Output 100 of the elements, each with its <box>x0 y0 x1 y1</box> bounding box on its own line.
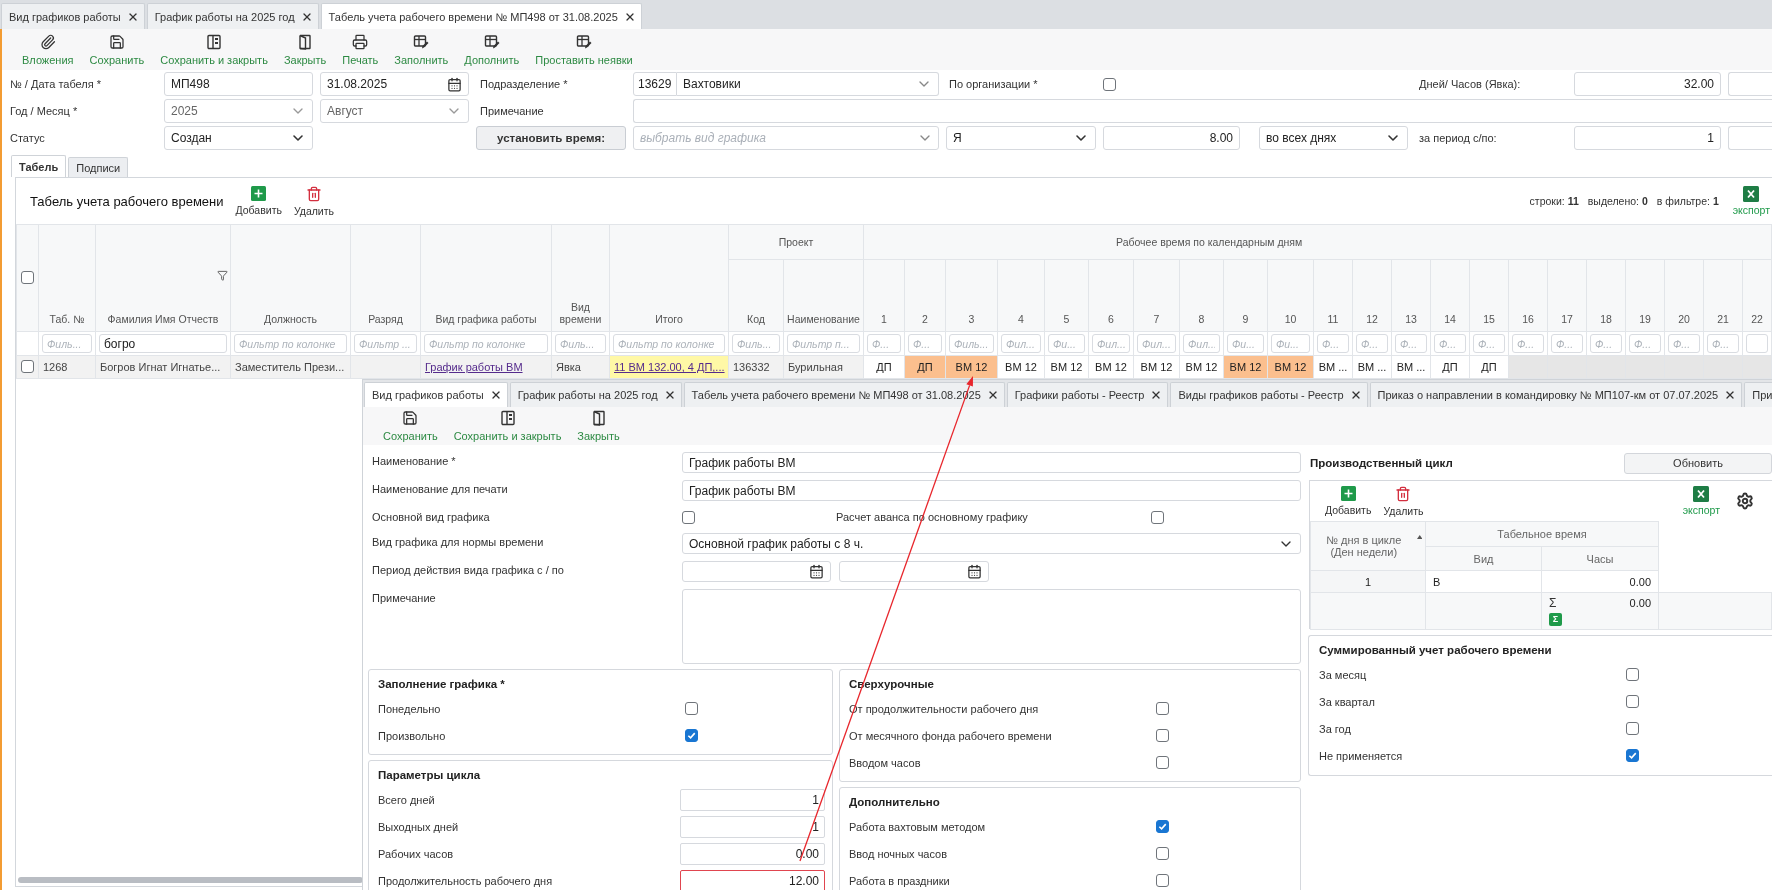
number-field[interactable]: 1 <box>680 788 825 811</box>
filter-field[interactable]: Фил... <box>1137 334 1176 353</box>
checkbox[interactable] <box>685 702 698 715</box>
filter-field[interactable]: Ф... <box>1668 334 1700 353</box>
checkbox[interactable] <box>1151 510 1164 524</box>
checkbox[interactable] <box>1156 847 1169 860</box>
number-field[interactable]: 1 <box>1574 126 1721 150</box>
print-button[interactable]: Печать <box>342 33 379 66</box>
checkbox[interactable] <box>1626 695 1639 708</box>
filter-field[interactable]: Ф... <box>908 334 942 353</box>
filter-field[interactable]: Фил... <box>1001 334 1041 353</box>
fill-button[interactable]: Дополнить <box>464 33 520 66</box>
settings-icon[interactable] <box>1736 492 1754 510</box>
checkbox[interactable] <box>21 270 34 284</box>
filter-field[interactable]: Филь... <box>555 334 606 353</box>
checkbox[interactable] <box>1626 668 1639 681</box>
input-field[interactable] <box>1728 126 1772 150</box>
filter-field[interactable]: Фильтр по колонке <box>424 334 548 353</box>
tab[interactable]: При <box>1744 382 1772 407</box>
number-field[interactable]: 32.00 <box>1574 72 1721 96</box>
fill-button[interactable]: Проставить неявки <box>535 33 633 66</box>
filter-field[interactable]: Ф... <box>1317 334 1349 353</box>
filter-field[interactable]: Фил... <box>1183 334 1220 353</box>
refresh-button[interactable]: Обновить <box>1624 452 1772 474</box>
filter-field[interactable]: Ф... <box>1434 334 1466 353</box>
filter-field[interactable]: Фи... <box>1048 334 1085 353</box>
dropdown[interactable]: Вахтовики <box>677 72 939 96</box>
tab[interactable]: График работы на 2025 год <box>509 382 682 407</box>
add-button[interactable]: Добавить <box>1325 486 1372 516</box>
checkbox[interactable] <box>1156 874 1169 887</box>
attach-button[interactable]: Вложения <box>22 33 74 66</box>
scrollbar[interactable] <box>18 877 363 883</box>
checkbox[interactable] <box>21 359 34 373</box>
schedule-link[interactable]: График работы ВМ <box>425 361 523 373</box>
text-field[interactable]: График работы ВМ <box>682 480 1301 501</box>
dropdown[interactable]: Я <box>946 126 1096 150</box>
add-button[interactable]: Добавить <box>235 186 282 216</box>
number-field[interactable]: 12.00 <box>680 869 825 890</box>
tab[interactable]: График работы на 2025 год <box>146 3 319 29</box>
filter-field[interactable]: Филь... <box>42 334 92 353</box>
filter-field[interactable]: Ф... <box>1512 334 1544 353</box>
sum-button[interactable]: Σ <box>1549 613 1562 626</box>
checkbox[interactable] <box>1626 722 1639 735</box>
filter-field[interactable]: Ф... <box>867 334 901 353</box>
tab[interactable]: Табель <box>11 155 67 177</box>
filter-field[interactable]: богро <box>99 334 227 353</box>
export-button[interactable]: экспорт <box>1682 486 1720 516</box>
save-and-close-button[interactable]: Сохранить и закрыть <box>453 410 562 442</box>
delete-button[interactable]: Удалить <box>293 185 334 217</box>
dropdown[interactable]: во всех днях <box>1259 126 1408 150</box>
filter-field[interactable]: Филь... <box>949 334 994 353</box>
note-field[interactable] <box>633 99 1772 123</box>
text-field[interactable]: График работы ВМ <box>682 452 1301 473</box>
input-field[interactable] <box>1728 72 1772 96</box>
save-button[interactable]: Сохранить <box>383 410 438 442</box>
save-and-close-button[interactable]: Сохранить и закрыть <box>160 33 268 66</box>
filter-field[interactable]: Ф... <box>1356 334 1388 353</box>
tab[interactable]: Подписи <box>68 157 129 177</box>
filter-field[interactable]: Ф... <box>1590 334 1622 353</box>
close-button[interactable]: Закрыть <box>577 410 620 442</box>
filter-field[interactable]: Фильтр по колонке <box>613 334 725 353</box>
tab[interactable]: Виды графиков работы - Реестр <box>1170 382 1368 407</box>
set-time-button[interactable]: установить время: <box>476 126 626 150</box>
dropdown[interactable]: Создан <box>164 126 313 150</box>
fill-button[interactable]: Заполнить <box>394 33 449 66</box>
checkbox[interactable] <box>1156 702 1169 715</box>
filter-field[interactable]: Фил... <box>1092 334 1130 353</box>
tab[interactable]: Вид графиков работы <box>1 3 145 29</box>
filter-field[interactable]: Фи... <box>1271 334 1310 353</box>
date-field[interactable] <box>839 561 989 582</box>
filter-field[interactable]: Ф... <box>1707 334 1739 353</box>
number-field[interactable]: 1 <box>680 815 825 838</box>
tab[interactable]: Графики работы - Реестр <box>1006 382 1169 407</box>
checkbox[interactable] <box>1156 820 1169 833</box>
filter-field[interactable]: Филь... <box>732 334 780 353</box>
filter-field[interactable]: Фильтр по колонке <box>234 334 347 353</box>
text-field[interactable]: МП498 <box>164 72 313 96</box>
close-button[interactable]: Закрыть <box>283 33 327 66</box>
checkbox[interactable] <box>1103 77 1116 91</box>
filter-field[interactable]: Фильтр ... <box>354 334 417 353</box>
checkbox[interactable] <box>682 510 695 524</box>
delete-button[interactable]: Удалить <box>1383 485 1424 517</box>
filter-icon[interactable] <box>217 270 228 281</box>
dropdown[interactable]: выбрать вид графика <box>633 126 939 150</box>
checkbox[interactable] <box>1156 729 1169 742</box>
date-field[interactable]: 31.08.2025 <box>320 72 469 96</box>
filter-field[interactable]: Ф... <box>1395 334 1427 353</box>
date-field[interactable] <box>682 561 831 582</box>
checkbox[interactable] <box>1156 756 1169 769</box>
dropdown[interactable]: Основной график работы с 8 ч. <box>682 533 1301 554</box>
tab[interactable]: Приказ о направлении в командировку № МП107-км от 07.07.2025 <box>1369 382 1743 407</box>
tab[interactable]: Табель учета рабочего времени № МП498 от 31.08.2025 <box>320 3 642 29</box>
filter-field[interactable]: Ф... <box>1629 334 1661 353</box>
code-field[interactable]: 13629 <box>633 72 677 96</box>
checkbox[interactable] <box>685 729 698 742</box>
filter-field[interactable]: Ф... <box>1551 334 1583 353</box>
checkbox[interactable] <box>1626 749 1639 762</box>
filter-field[interactable] <box>1746 334 1768 353</box>
save-button[interactable]: Сохранить <box>89 33 145 66</box>
summary-link[interactable]: 11 ВМ 132.00, 4 ДП,... <box>614 361 725 373</box>
